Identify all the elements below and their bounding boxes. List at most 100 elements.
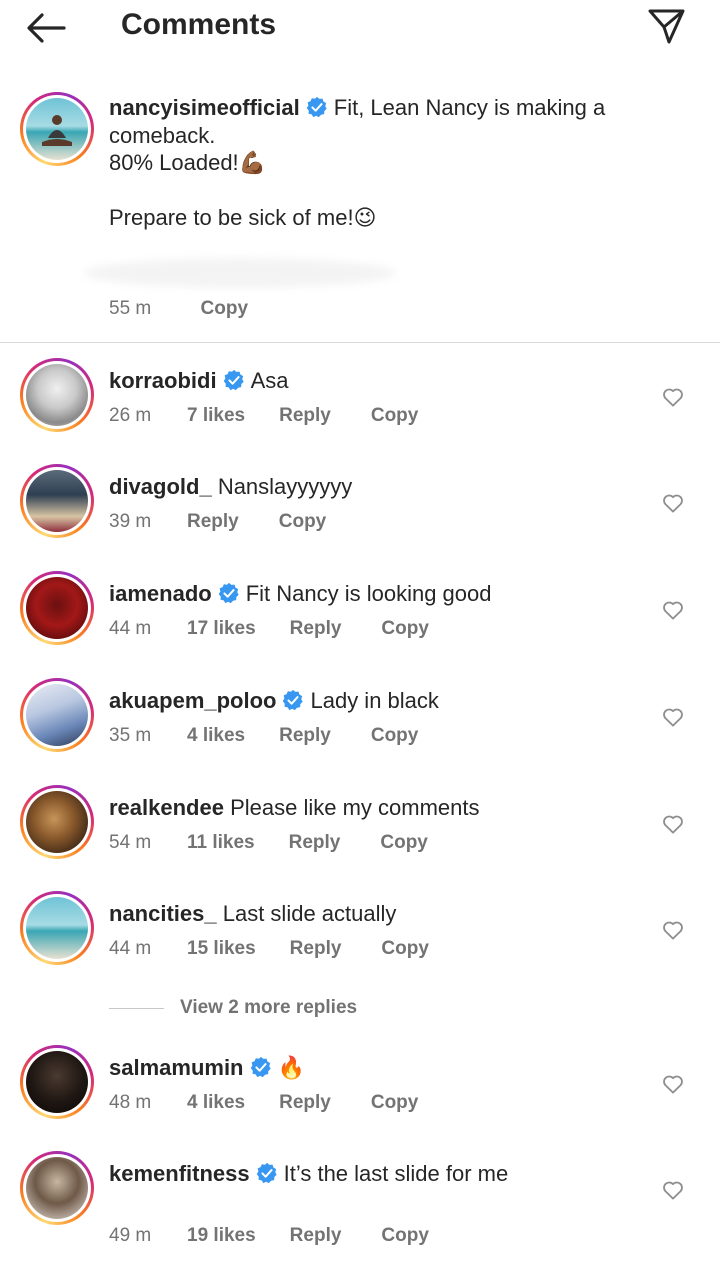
comment-body: Lady in black — [310, 688, 439, 713]
copy-button[interactable]: Copy — [279, 511, 327, 533]
heart-icon — [663, 921, 683, 940]
likes-count-button[interactable]: 4 likes — [187, 725, 245, 747]
reply-button[interactable]: Reply — [279, 725, 331, 747]
likes-count-button[interactable]: 17 likes — [187, 618, 256, 640]
back-arrow-icon — [27, 13, 66, 43]
like-button[interactable] — [660, 597, 686, 623]
comment-text: divagold_ Nanslayyyyyy — [109, 474, 352, 500]
view-more-replies-button[interactable]: View 2 more replies — [109, 994, 357, 1022]
comment-username[interactable]: salmamumin — [109, 1055, 244, 1080]
reply-button[interactable]: Reply — [279, 1092, 331, 1114]
reply-button[interactable]: Reply — [187, 511, 239, 533]
comment-text: akuapem_poloo Lady in black — [109, 688, 439, 714]
verified-badge-icon — [283, 689, 304, 711]
comment-username[interactable]: nancities_ — [109, 901, 217, 926]
comment-row: iamenado Fit Nancy is looking good 44 m 17 … — [0, 571, 720, 681]
avatar[interactable] — [20, 92, 94, 166]
view-more-replies-label: View 2 more replies — [180, 997, 358, 1018]
caption-username[interactable]: nancyisimeofficial — [109, 95, 300, 120]
verified-badge-icon — [306, 96, 327, 118]
post-caption: nancyisimeofficial Fit, Lean Nancy is mak… — [109, 94, 669, 232]
comment-row: nancities_ Last slide actually 44 m 15 lik… — [0, 891, 720, 1001]
heart-icon — [663, 1075, 683, 1094]
comment-meta: 35 m 4 likes Reply Copy — [109, 725, 418, 747]
comment-body: It’s the last slide for me — [283, 1161, 509, 1186]
comment-text: salmamumin 🔥 — [109, 1055, 305, 1081]
likes-count-button[interactable]: 15 likes — [187, 938, 256, 960]
comment-username[interactable]: divagold_ — [109, 474, 212, 499]
heart-icon — [663, 388, 683, 407]
comment-text: korraobidi Asa — [109, 368, 289, 394]
comment-meta: 44 m 17 likes Reply Copy — [109, 618, 429, 640]
comment-username[interactable]: kemenfitness — [109, 1161, 250, 1186]
back-button[interactable] — [24, 8, 68, 48]
comment-username[interactable]: iamenado — [109, 581, 212, 606]
caption-line: 80% Loaded!💪🏾 — [109, 150, 267, 175]
share-button[interactable] — [644, 6, 688, 46]
caption-meta: 55 m Copy — [109, 298, 292, 320]
likes-count-button[interactable]: 7 likes — [187, 405, 245, 427]
replies-line — [109, 1007, 164, 1009]
page-title: Comments — [121, 8, 277, 41]
avatar[interactable] — [20, 358, 94, 432]
like-button[interactable] — [660, 1177, 686, 1203]
reply-button[interactable]: Reply — [290, 938, 342, 960]
caption-time: 55 m — [109, 298, 152, 319]
reply-button[interactable]: Reply — [290, 1225, 342, 1247]
comment-row: kemenfitness It’s the last slide for me 49… — [0, 1151, 720, 1261]
comment-body: Please like my comments — [230, 795, 480, 820]
avatar[interactable] — [20, 571, 94, 645]
heart-icon — [663, 708, 683, 727]
comment-meta: 48 m 4 likes Reply Copy — [109, 1092, 418, 1114]
copy-button[interactable]: Copy — [371, 725, 419, 747]
comment-row: realkendee Please like my comments 54 m 11… — [0, 785, 720, 895]
comment-username[interactable]: korraobidi — [109, 368, 217, 393]
copy-button[interactable]: Copy — [371, 1092, 419, 1114]
like-button[interactable] — [660, 811, 686, 837]
comment-row: korraobidi Asa 26 m 7 likes Reply Copy — [0, 358, 720, 468]
heart-icon — [663, 815, 683, 834]
likes-count-button[interactable]: 11 likes — [187, 832, 255, 854]
avatar[interactable] — [20, 678, 94, 752]
send-icon — [648, 9, 685, 44]
like-button[interactable] — [660, 1071, 686, 1097]
avatar[interactable] — [20, 1151, 94, 1225]
caption-line — [109, 177, 669, 205]
likes-count-button[interactable]: 19 likes — [187, 1225, 256, 1247]
caption-copy-button[interactable]: Copy — [201, 298, 249, 319]
comment-text: iamenado Fit Nancy is looking good — [109, 581, 492, 607]
reply-button[interactable]: Reply — [279, 405, 331, 427]
copy-button[interactable]: Copy — [381, 618, 429, 640]
comment-body: 🔥 — [277, 1055, 305, 1080]
heart-icon — [663, 494, 683, 513]
reply-button[interactable]: Reply — [290, 618, 342, 640]
comment-body: Fit Nancy is looking good — [245, 581, 492, 606]
avatar[interactable] — [20, 785, 94, 859]
heart-icon — [663, 1181, 683, 1200]
avatar[interactable] — [20, 464, 94, 538]
copy-button[interactable]: Copy — [380, 832, 428, 854]
comment-meta: 26 m 7 likes Reply Copy — [109, 405, 418, 427]
comment-username[interactable]: realkendee — [109, 795, 224, 820]
copy-button[interactable]: Copy — [381, 1225, 429, 1247]
comment-meta: 44 m 15 likes Reply Copy — [109, 938, 429, 960]
redaction-smudge — [84, 258, 396, 288]
like-button[interactable] — [660, 917, 686, 943]
avatar[interactable] — [20, 1045, 94, 1119]
likes-count-button[interactable]: 4 likes — [187, 1092, 245, 1114]
like-button[interactable] — [660, 384, 686, 410]
comment-username[interactable]: akuapem_poloo — [109, 688, 276, 713]
comment-time: 39 m — [109, 511, 152, 532]
like-button[interactable] — [660, 490, 686, 516]
comment-body: Nanslayyyyyy — [217, 474, 353, 499]
comment-text: nancities_ Last slide actually — [109, 901, 396, 927]
comment-row: akuapem_poloo Lady in black 35 m 4 likes Rep… — [0, 678, 720, 788]
like-button[interactable] — [660, 704, 686, 730]
copy-button[interactable]: Copy — [381, 938, 429, 960]
caption-line: Prepare to be sick of me!😉 — [109, 205, 377, 230]
avatar[interactable] — [20, 891, 94, 965]
caption-line: comeback. — [109, 122, 216, 148]
header-bar: Comments — [0, 0, 720, 56]
copy-button[interactable]: Copy — [371, 405, 419, 427]
reply-button[interactable]: Reply — [289, 832, 341, 854]
